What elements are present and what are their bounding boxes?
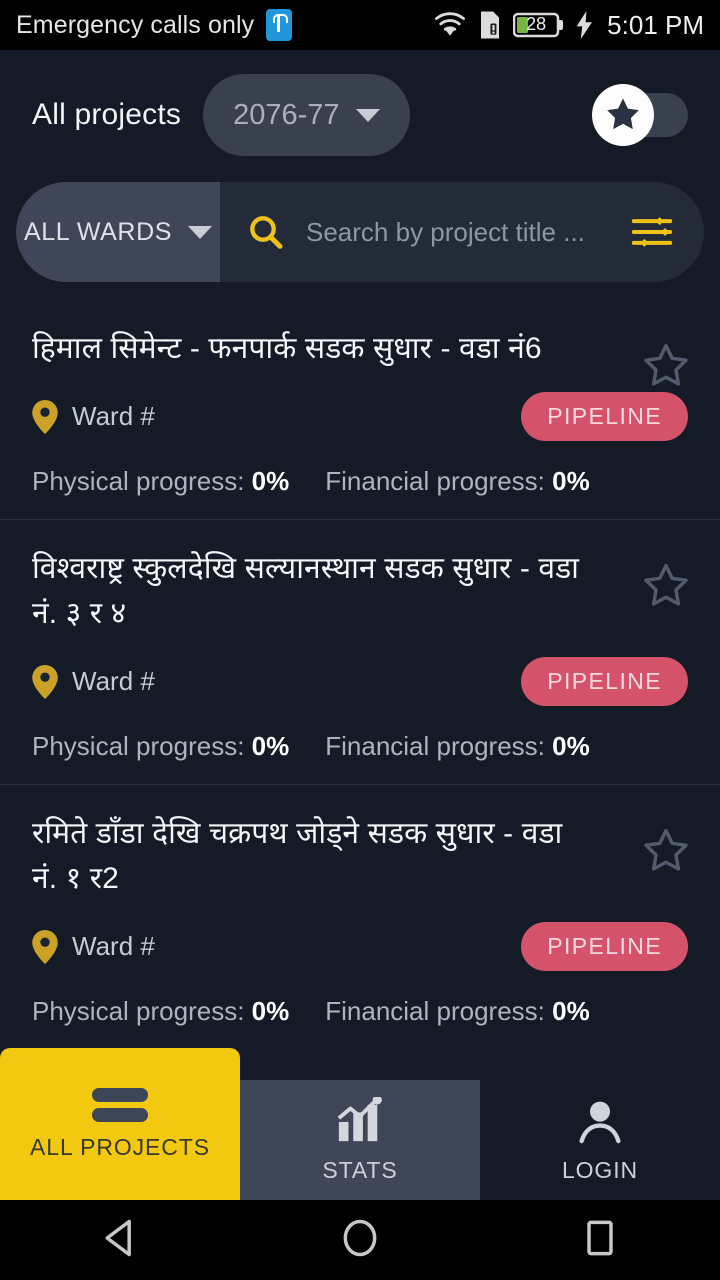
ward-value: Ward # bbox=[72, 401, 155, 432]
map-pin-icon bbox=[32, 929, 58, 964]
physical-progress: Physical progress: 0% bbox=[32, 731, 289, 762]
charging-bolt-icon bbox=[576, 11, 593, 39]
chevron-down-icon bbox=[188, 225, 213, 239]
favorite-star-button[interactable] bbox=[640, 825, 692, 882]
map-pin-icon bbox=[32, 399, 58, 434]
financial-progress: Financial progress: 0% bbox=[325, 731, 589, 762]
physical-progress-value: 0% bbox=[251, 730, 290, 761]
status-bar: Emergency calls only 28 5:01 PM bbox=[0, 0, 720, 50]
battery-level: 28 bbox=[526, 14, 547, 34]
ward-filter-dropdown[interactable]: ALL WARDS bbox=[16, 182, 220, 282]
phone-screen: Emergency calls only 28 5:01 PM All proj… bbox=[0, 0, 720, 1280]
sim-alert-icon bbox=[481, 11, 500, 39]
ward-value: Ward # bbox=[72, 666, 155, 697]
project-list[interactable]: हिमाल सिमेन्ट - फनपार्क सडक सुधार - वडा … bbox=[0, 300, 720, 1086]
battery-icon: 28 bbox=[513, 11, 565, 39]
ward-value: Ward # bbox=[72, 931, 155, 962]
progress-row: Physical progress: 0% Financial progress… bbox=[32, 466, 688, 497]
star-outline-icon bbox=[644, 563, 688, 606]
app-header: All projects 2076-77 bbox=[0, 50, 720, 180]
progress-row: Physical progress: 0% Financial progress… bbox=[32, 996, 688, 1027]
nav-tab-stats[interactable]: STATS bbox=[240, 1080, 480, 1200]
bar-chart-icon bbox=[337, 1096, 382, 1141]
star-outline-icon bbox=[644, 343, 688, 386]
physical-progress: Physical progress: 0% bbox=[32, 996, 289, 1027]
bottom-navigation: ALL PROJECTS STATS LOGIN bbox=[0, 1048, 720, 1200]
year-value: 2076-77 bbox=[233, 98, 340, 131]
toggle-knob bbox=[592, 84, 654, 146]
map-pin-icon bbox=[32, 664, 58, 699]
project-card[interactable]: हिमाल सिमेन्ट - फनपार्क सडक सुधार - वडा … bbox=[0, 300, 720, 519]
financial-progress: Financial progress: 0% bbox=[325, 466, 589, 497]
financial-progress-label: Financial progress: bbox=[325, 995, 545, 1026]
home-button[interactable] bbox=[338, 1216, 382, 1265]
financial-progress-label: Financial progress: bbox=[325, 465, 545, 496]
list-icon bbox=[92, 1087, 148, 1122]
favorites-toggle[interactable] bbox=[592, 84, 688, 146]
carrier-label: Emergency calls only bbox=[16, 10, 255, 39]
project-meta: Ward # PIPELINE bbox=[32, 922, 688, 972]
search-icon bbox=[250, 216, 283, 249]
status-icons: 28 5:01 PM bbox=[433, 10, 704, 41]
filter-button[interactable] bbox=[630, 212, 704, 252]
favorite-star-button[interactable] bbox=[640, 560, 692, 617]
back-button[interactable] bbox=[98, 1216, 142, 1265]
favorite-star-button[interactable] bbox=[640, 340, 692, 397]
physical-progress: Physical progress: 0% bbox=[32, 466, 289, 497]
usb-icon bbox=[266, 9, 293, 41]
project-meta: Ward # PIPELINE bbox=[32, 657, 688, 707]
nav-label-all-projects: ALL PROJECTS bbox=[30, 1133, 210, 1160]
year-dropdown[interactable]: 2076-77 bbox=[203, 74, 410, 156]
star-icon bbox=[607, 98, 639, 130]
progress-row: Physical progress: 0% Financial progress… bbox=[32, 731, 688, 762]
ward-filter-label: ALL WARDS bbox=[23, 217, 173, 246]
filter-sliders-icon bbox=[631, 217, 673, 247]
wifi-icon bbox=[435, 12, 466, 36]
android-navigation-bar bbox=[0, 1200, 720, 1280]
financial-progress: Financial progress: 0% bbox=[325, 996, 589, 1027]
status-badge: PIPELINE bbox=[521, 657, 688, 707]
nav-tab-all-projects[interactable]: ALL PROJECTS bbox=[0, 1048, 240, 1200]
financial-progress-value: 0% bbox=[552, 995, 590, 1026]
financial-progress-value: 0% bbox=[552, 730, 590, 761]
search-bar: ALL WARDS Search by project title ... bbox=[16, 182, 704, 282]
project-title: विश्वराष्ट्र स्कुलदेखि सल्यानस्थान सडक स… bbox=[32, 551, 580, 631]
project-title: रमिते डाँडा देखि चक्रपथ जोड्ने सडक सुधार… bbox=[32, 816, 563, 896]
physical-progress-label: Physical progress: bbox=[32, 995, 245, 1026]
nav-label-login: LOGIN bbox=[561, 1156, 639, 1183]
recents-button[interactable] bbox=[578, 1216, 622, 1265]
search-input[interactable]: Search by project title ... bbox=[306, 217, 585, 248]
back-triangle-icon bbox=[105, 1219, 131, 1256]
physical-progress-value: 0% bbox=[251, 995, 290, 1026]
status-badge: PIPELINE bbox=[521, 922, 688, 972]
nav-tab-login[interactable]: LOGIN bbox=[480, 1080, 720, 1200]
status-badge: PIPELINE bbox=[521, 392, 688, 442]
project-meta: Ward # PIPELINE bbox=[32, 392, 688, 442]
project-card[interactable]: रमिते डाँडा देखि चक्रपथ जोड्ने सडक सुधार… bbox=[0, 783, 720, 1049]
financial-progress-value: 0% bbox=[552, 465, 590, 496]
home-circle-icon bbox=[343, 1219, 377, 1256]
nav-label-stats: STATS bbox=[322, 1156, 398, 1183]
recents-square-icon bbox=[587, 1220, 613, 1255]
search-input-wrap[interactable]: Search by project title ... bbox=[220, 212, 630, 252]
project-title: हिमाल सिमेन्ट - फनपार्क सडक सुधार - वडा … bbox=[32, 332, 542, 365]
page-title: All projects bbox=[32, 98, 182, 131]
clock-label: 5:01 PM bbox=[607, 9, 704, 40]
person-icon bbox=[579, 1101, 621, 1143]
chevron-down-icon bbox=[355, 108, 380, 122]
financial-progress-label: Financial progress: bbox=[325, 730, 545, 761]
star-outline-icon bbox=[644, 828, 688, 871]
physical-progress-value: 0% bbox=[251, 465, 290, 496]
project-card[interactable]: विश्वराष्ट्र स्कुलदेखि सल्यानस्थान सडक स… bbox=[0, 518, 720, 784]
physical-progress-label: Physical progress: bbox=[32, 465, 245, 496]
physical-progress-label: Physical progress: bbox=[32, 730, 245, 761]
